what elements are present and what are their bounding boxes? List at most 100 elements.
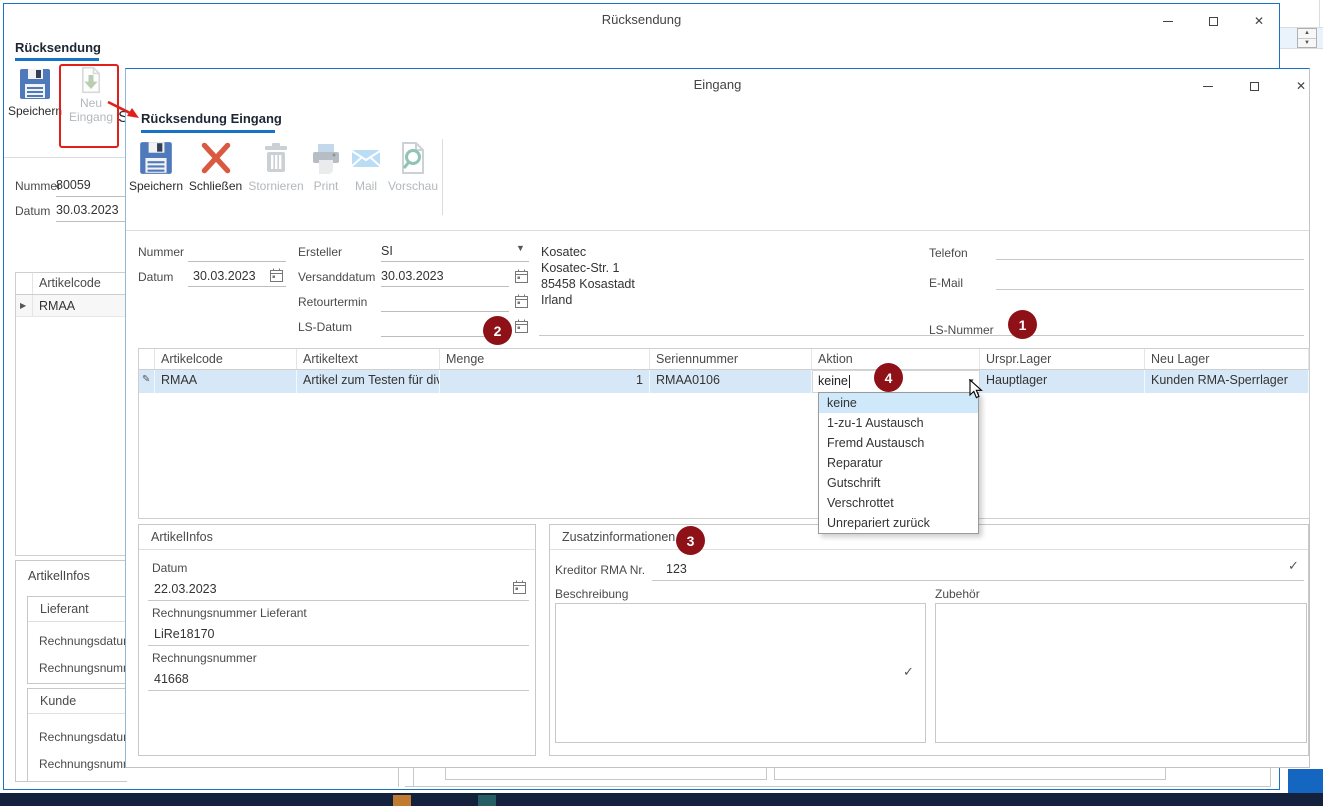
dropdown-option[interactable]: 1-zu-1 Austausch [819, 413, 978, 433]
dropdown-option[interactable]: Fremd Austausch [819, 433, 978, 453]
save-label: Speichern [8, 104, 62, 118]
email-field[interactable] [996, 289, 1304, 290]
dropdown-option[interactable]: Verschrottet [819, 493, 978, 513]
address-line: 85458 Kosastadt [541, 276, 635, 292]
datum-value[interactable]: 30.03.2023 [193, 269, 256, 283]
column-header-seriennummer[interactable]: Seriennummer [650, 349, 812, 369]
preview-label: Vorschau [388, 179, 438, 193]
dropdown-option[interactable]: Gutschrift [819, 473, 978, 493]
nummer-field[interactable] [188, 261, 286, 262]
ls-datum-label: LS-Datum [298, 320, 352, 334]
dropdown-option[interactable]: Unrepariert zurück [819, 513, 978, 533]
spinner-down-icon[interactable]: ▼ [1298, 39, 1316, 48]
maximize-button[interactable] [1245, 78, 1263, 94]
ai-renr-lieferant-value[interactable]: LiRe18170 [154, 627, 214, 641]
kunde-group: Kunde Rechnungsdatum Rechnungsnummer [27, 688, 127, 782]
bg-article-grid: Artikelcode ▶ RMAA [15, 272, 126, 556]
cell-artikeltext: Artikel zum Testen für diver... [297, 370, 440, 393]
calendar-icon[interactable] [514, 294, 529, 309]
email-label: E-Mail [929, 276, 963, 290]
versanddatum-underline [381, 286, 509, 287]
ai-renr-lieferant-label: Rechnungsnummer Lieferant [152, 606, 307, 620]
beschreibung-textarea[interactable] [555, 603, 926, 743]
ai-datum-value[interactable]: 22.03.2023 [154, 582, 217, 596]
mail-label: Mail [355, 179, 377, 193]
save-button[interactable]: Speichern [130, 139, 182, 197]
kreditor-rma-value[interactable]: 123 [666, 562, 687, 576]
mail-icon [348, 139, 384, 177]
group-title: Kunde [28, 689, 127, 714]
calendar-icon[interactable] [514, 269, 529, 284]
field-underline [148, 690, 529, 691]
rechnungsnummer-label: Rechnungsnummer [39, 661, 127, 675]
save-label: Speichern [129, 179, 183, 193]
close-form-button[interactable]: Schließen [187, 139, 244, 197]
minimize-button[interactable] [1159, 13, 1177, 29]
calendar-icon[interactable] [269, 268, 284, 283]
tab-ruecksendung-eingang[interactable]: Rücksendung Eingang [141, 111, 282, 126]
dropdown-option[interactable]: Reparatur [819, 453, 978, 473]
annotation-badge-aktion: 4 [874, 363, 903, 392]
datum-underline [188, 286, 286, 287]
cell-seriennummer: RMAA0106 [650, 370, 812, 393]
datum-value[interactable]: 30.03.2023 [56, 203, 119, 217]
calendar-icon[interactable] [514, 319, 529, 334]
close-icon: ✕ [1296, 79, 1306, 93]
close-button[interactable]: ✕ [1292, 78, 1310, 94]
save-button[interactable]: Speichern [10, 66, 60, 124]
preview-button: Vorschau [384, 139, 442, 197]
taskbar[interactable] [0, 793, 1323, 806]
spinner-up-icon[interactable]: ▲ [1298, 29, 1316, 39]
nummer-value[interactable]: 80059 [56, 178, 91, 192]
maximize-button[interactable] [1204, 13, 1222, 29]
column-header[interactable]: Artikelcode [33, 273, 101, 294]
taskbar-tile-teal[interactable] [478, 795, 496, 806]
annotation-badge-ls-nummer: 1 [1008, 310, 1037, 339]
aktion-editor-value[interactable]: keine [813, 374, 848, 388]
group-title: Lieferant [28, 597, 127, 622]
minimize-icon [1203, 86, 1213, 87]
ersteller-underline [381, 261, 529, 262]
window-eingang: Eingang ✕ Rücksendung Eingang Speichern … [125, 68, 1310, 768]
telefon-label: Telefon [929, 246, 968, 260]
calendar-icon[interactable] [512, 580, 527, 595]
ai-renr-label: Rechnungsnummer [152, 651, 257, 665]
telefon-field[interactable] [996, 259, 1304, 260]
column-header-artikeltext[interactable]: Artikeltext [297, 349, 440, 369]
field-underline [148, 600, 529, 601]
nummer-label: Nummer [138, 245, 184, 259]
ls-nummer-field[interactable] [539, 335, 1304, 336]
minimize-icon [1163, 21, 1173, 22]
preview-icon [395, 139, 431, 177]
chevron-down-icon[interactable]: ▼ [516, 243, 525, 253]
close-button[interactable]: ✕ [1250, 13, 1268, 29]
floppy-disk-icon [17, 66, 53, 102]
ai-renr-value[interactable]: 41668 [154, 672, 189, 686]
column-header-artikelcode[interactable]: Artikelcode [155, 349, 297, 369]
ersteller-value[interactable]: SI [381, 244, 393, 258]
checkmark-icon[interactable]: ✓ [1288, 558, 1299, 574]
taskbar-tile-orange[interactable] [393, 795, 411, 806]
column-header-ursprlager[interactable]: Urspr.Lager [980, 349, 1145, 369]
cell-menge: 1 [440, 370, 650, 393]
lieferant-group: Lieferant Rechnungsdatum Rechnungsnummer [27, 596, 127, 684]
table-row[interactable]: ✎ RMAA Artikel zum Testen für diver... 1… [139, 370, 1309, 393]
column-header-menge[interactable]: Menge [440, 349, 650, 369]
cell-artikelcode: RMAA [155, 370, 297, 393]
minimize-button[interactable] [1199, 78, 1217, 94]
spinner-control[interactable]: ▲ ▼ [1297, 28, 1317, 48]
trash-icon [258, 139, 294, 177]
cell-ursprlager: Hauptlager [980, 370, 1145, 393]
close-form-label: Schließen [189, 179, 242, 193]
column-header-neulager[interactable]: Neu Lager [1145, 349, 1309, 369]
table-row[interactable]: ▶ RMAA [16, 295, 125, 317]
tab-ruecksendung[interactable]: Rücksendung [15, 40, 101, 55]
versanddatum-value[interactable]: 30.03.2023 [381, 269, 444, 283]
mouse-cursor [969, 379, 984, 400]
zubehoer-textarea[interactable] [935, 603, 1307, 743]
address-line: Irland [541, 292, 635, 308]
maximize-icon [1250, 82, 1259, 91]
kreditor-rma-label: Kreditor RMA Nr. [555, 563, 645, 577]
dropdown-option[interactable]: keine [819, 393, 978, 413]
checkmark-icon[interactable]: ✓ [903, 664, 914, 680]
